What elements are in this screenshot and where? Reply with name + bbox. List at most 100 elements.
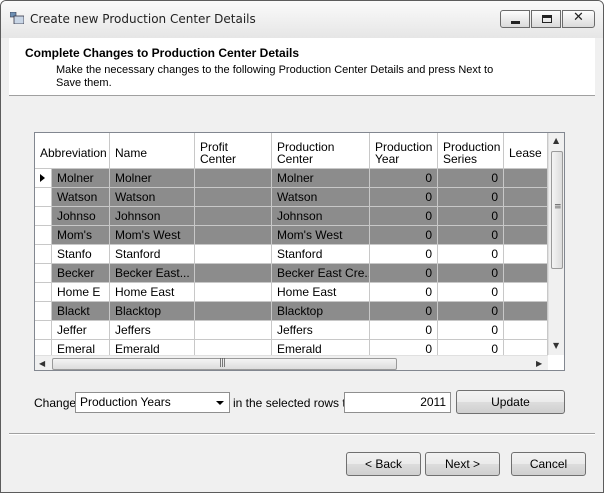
dialog-window: Create new Production Center Details ✕ C… bbox=[0, 0, 604, 493]
cell-production-year[interactable]: 0 bbox=[370, 264, 438, 283]
minimize-button[interactable] bbox=[500, 10, 530, 28]
field-select[interactable]: Production Years bbox=[75, 392, 230, 413]
cell-name[interactable]: Jeffers bbox=[110, 321, 195, 340]
cell-lease[interactable] bbox=[504, 302, 548, 321]
cell-production-center[interactable]: Molner bbox=[272, 169, 370, 188]
table-row[interactable]: Molner Molner Molner 0 0 bbox=[35, 169, 548, 188]
column-header-profit-center[interactable]: Profit Center bbox=[195, 133, 272, 169]
cell-name[interactable]: Becker East... bbox=[110, 264, 195, 283]
cell-profit-center[interactable] bbox=[195, 283, 272, 302]
cell-lease[interactable] bbox=[504, 169, 548, 188]
table-row[interactable]: Mom's Mom's West Mom's West 0 0 bbox=[35, 226, 548, 245]
cell-production-center[interactable]: Blacktop bbox=[272, 302, 370, 321]
cell-production-year[interactable]: 0 bbox=[370, 302, 438, 321]
column-header-production-series[interactable]: Production Series bbox=[438, 133, 504, 169]
column-header-lease[interactable]: Lease bbox=[504, 133, 548, 169]
scroll-down-icon[interactable]: ▼ bbox=[553, 341, 559, 350]
cell-name[interactable]: Johnson bbox=[110, 207, 195, 226]
cell-production-series[interactable]: 0 bbox=[438, 226, 504, 245]
row-header[interactable] bbox=[35, 264, 52, 283]
cell-production-series[interactable]: 0 bbox=[438, 188, 504, 207]
row-header[interactable] bbox=[35, 188, 52, 207]
cell-name[interactable]: Home East bbox=[110, 283, 195, 302]
cell-production-series[interactable]: 0 bbox=[438, 264, 504, 283]
cell-lease[interactable] bbox=[504, 226, 548, 245]
cell-profit-center[interactable] bbox=[195, 245, 272, 264]
cell-profit-center[interactable] bbox=[195, 302, 272, 321]
cell-production-year[interactable]: 0 bbox=[370, 169, 438, 188]
scroll-left-icon[interactable]: ◀ bbox=[39, 359, 45, 368]
cell-profit-center[interactable] bbox=[195, 264, 272, 283]
row-header[interactable] bbox=[35, 321, 52, 340]
table-row[interactable]: Blackt Blacktop Blacktop 0 0 bbox=[35, 302, 548, 321]
cell-production-center[interactable]: Becker East Cre... bbox=[272, 264, 370, 283]
cell-lease[interactable] bbox=[504, 321, 548, 340]
vertical-scroll-thumb[interactable]: ≡ bbox=[551, 151, 563, 269]
cell-profit-center[interactable] bbox=[195, 169, 272, 188]
horizontal-scrollbar[interactable]: ◀ ||| ▶ bbox=[35, 355, 548, 370]
scroll-up-icon[interactable]: ▲ bbox=[553, 136, 559, 145]
column-header-production-center[interactable]: Production Center bbox=[272, 133, 370, 169]
row-header[interactable] bbox=[35, 226, 52, 245]
table-row[interactable]: Jeffer Jeffers Jeffers 0 0 bbox=[35, 321, 548, 340]
cell-production-year[interactable]: 0 bbox=[370, 321, 438, 340]
column-header-name[interactable]: Name bbox=[110, 133, 195, 169]
horizontal-scroll-thumb[interactable]: ||| bbox=[52, 358, 397, 370]
new-value-input[interactable]: 2011 bbox=[344, 392, 451, 413]
cell-production-center[interactable]: Johnson bbox=[272, 207, 370, 226]
update-button[interactable]: Update bbox=[456, 390, 565, 414]
scroll-right-icon[interactable]: ▶ bbox=[536, 359, 542, 368]
cell-production-series[interactable]: 0 bbox=[438, 169, 504, 188]
table-row[interactable]: Johnso Johnson Johnson 0 0 bbox=[35, 207, 548, 226]
column-header-abbreviation[interactable]: Abbreviation bbox=[35, 133, 110, 169]
row-header[interactable] bbox=[35, 169, 52, 188]
cell-name[interactable]: Molner bbox=[110, 169, 195, 188]
cell-production-series[interactable]: 0 bbox=[438, 283, 504, 302]
cell-production-series[interactable]: 0 bbox=[438, 245, 504, 264]
cancel-button[interactable]: Cancel bbox=[511, 452, 586, 476]
cell-lease[interactable] bbox=[504, 283, 548, 302]
cell-name[interactable]: Blacktop bbox=[110, 302, 195, 321]
maximize-button[interactable] bbox=[531, 10, 561, 28]
cell-production-year[interactable]: 0 bbox=[370, 207, 438, 226]
table-row[interactable]: Watson Watson Watson 0 0 bbox=[35, 188, 548, 207]
cell-production-series[interactable]: 0 bbox=[438, 321, 504, 340]
cell-production-center[interactable]: Mom's West bbox=[272, 226, 370, 245]
cell-name[interactable]: Stanford bbox=[110, 245, 195, 264]
row-header[interactable] bbox=[35, 302, 52, 321]
cell-profit-center[interactable] bbox=[195, 207, 272, 226]
cell-lease[interactable] bbox=[504, 188, 548, 207]
row-header[interactable] bbox=[35, 207, 52, 226]
chevron-down-icon[interactable] bbox=[216, 401, 224, 405]
row-header[interactable] bbox=[35, 245, 52, 264]
row-header[interactable] bbox=[35, 283, 52, 302]
cell-profit-center[interactable] bbox=[195, 321, 272, 340]
cell-lease[interactable] bbox=[504, 264, 548, 283]
cell-production-series[interactable]: 0 bbox=[438, 207, 504, 226]
back-button[interactable]: < Back bbox=[346, 452, 421, 476]
table-row[interactable]: Becker Becker East... Becker East Cre... 0 0 bbox=[35, 264, 548, 283]
cell-production-center[interactable]: Stanford bbox=[272, 245, 370, 264]
cell-lease[interactable] bbox=[504, 207, 548, 226]
column-header-production-year[interactable]: Production Year bbox=[370, 133, 438, 169]
cell-production-year[interactable]: 0 bbox=[370, 245, 438, 264]
cell-profit-center[interactable] bbox=[195, 226, 272, 245]
cell-production-center[interactable]: Watson bbox=[272, 188, 370, 207]
title-bar[interactable]: Create new Production Center Details ✕ bbox=[1, 1, 603, 38]
next-button[interactable]: Next > bbox=[425, 452, 500, 476]
cell-production-center[interactable]: Home East bbox=[272, 283, 370, 302]
cell-profit-center[interactable] bbox=[195, 188, 272, 207]
cell-production-year[interactable]: 0 bbox=[370, 226, 438, 245]
cell-production-series[interactable]: 0 bbox=[438, 302, 504, 321]
cell-production-center[interactable]: Jeffers bbox=[272, 321, 370, 340]
cell-lease[interactable] bbox=[504, 245, 548, 264]
table-row[interactable]: Stanfo Stanford Stanford 0 0 bbox=[35, 245, 548, 264]
table-row[interactable]: Home E Home East Home East 0 0 bbox=[35, 283, 548, 302]
cell-production-year[interactable]: 0 bbox=[370, 283, 438, 302]
cell-name[interactable]: Mom's West bbox=[110, 226, 195, 245]
cell-production-year[interactable]: 0 bbox=[370, 188, 438, 207]
production-center-grid[interactable]: Abbreviation Name Profit Center Producti… bbox=[34, 132, 565, 371]
vertical-scrollbar[interactable]: ▲ ≡ ▼ bbox=[548, 133, 564, 355]
close-button[interactable]: ✕ bbox=[562, 10, 595, 28]
cell-name[interactable]: Watson bbox=[110, 188, 195, 207]
